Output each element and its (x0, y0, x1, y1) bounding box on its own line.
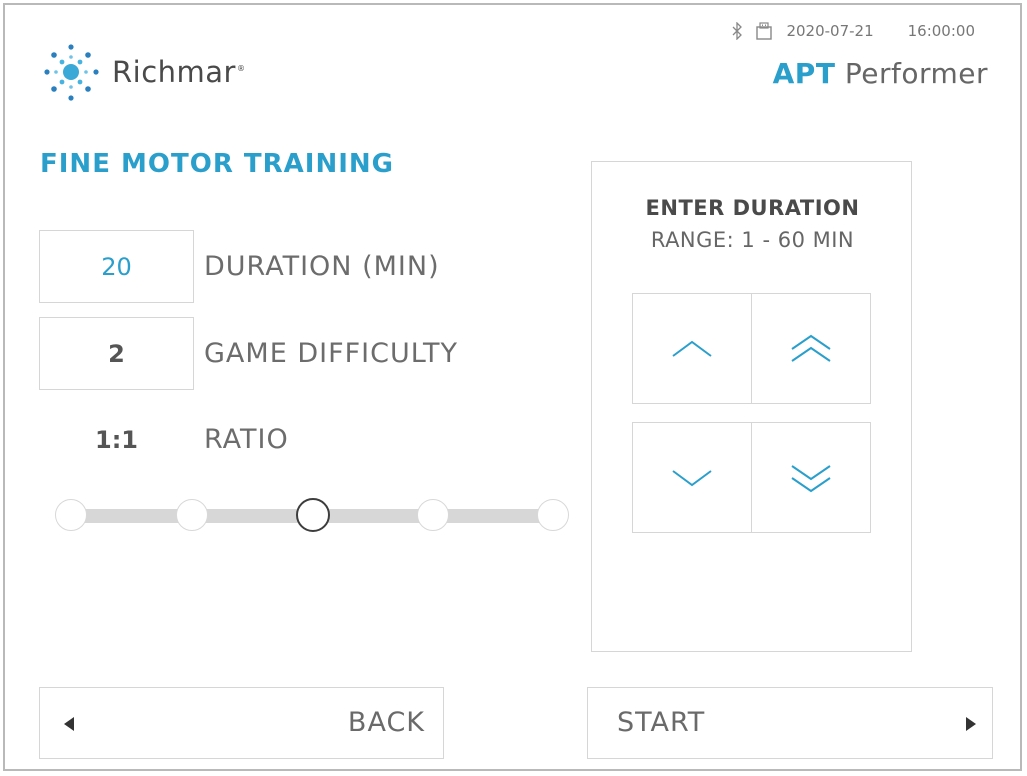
duration-label: DURATION (MIN) (204, 251, 440, 282)
difficulty-value-box[interactable]: 2 (39, 317, 194, 390)
ratio-slider-stop[interactable] (417, 499, 449, 531)
arrow-right-icon (966, 717, 976, 731)
brand-text: Richmar (112, 55, 236, 89)
keypad-title: ENTER DURATION (645, 196, 860, 220)
chevron-up-icon (672, 340, 712, 357)
chevron-down-icon (672, 469, 712, 486)
date-display: 2020-07-21 (786, 22, 874, 40)
ratio-slider-stop[interactable] (55, 499, 87, 531)
product-name-bold: APT (772, 57, 836, 90)
back-button[interactable]: BACK (39, 687, 444, 759)
ratio-label: RATIO (204, 424, 289, 455)
difficulty-value: 2 (108, 339, 125, 368)
arrow-left-icon (64, 717, 74, 731)
ratio-value: 1:1 (95, 426, 138, 454)
app-screen: Richmar® 2020-07-21 16:00:00 APT Perform… (3, 3, 1022, 771)
registered-mark: ® (236, 64, 246, 74)
increment-fast-button[interactable] (751, 293, 871, 404)
double-chevron-down-icon (791, 464, 831, 492)
increment-button[interactable] (632, 293, 752, 404)
duration-value-box[interactable]: 20 (39, 230, 194, 303)
ratio-slider-stop[interactable] (176, 499, 208, 531)
back-label: BACK (347, 707, 425, 738)
page-title: FINE MOTOR TRAINING (40, 149, 394, 179)
duration-value: 20 (101, 252, 132, 281)
product-name: APT Performer (773, 57, 988, 90)
brand-name: Richmar® (112, 55, 245, 89)
difficulty-label: GAME DIFFICULTY (204, 338, 459, 369)
bluetooth-icon (732, 22, 743, 40)
usb-storage-icon (756, 22, 773, 40)
start-button[interactable]: START (587, 687, 993, 759)
keypad-range: RANGE: 1 - 60 MIN (650, 228, 855, 252)
status-bar: 2020-07-21 16:00:00 (732, 22, 975, 40)
ratio-slider-stop[interactable] (537, 499, 569, 531)
decrement-fast-button[interactable] (751, 422, 871, 533)
duration-keypad-panel: ENTER DURATION RANGE: 1 - 60 MIN (591, 161, 912, 652)
ratio-slider-thumb[interactable] (296, 498, 330, 532)
product-name-rest: Performer (844, 57, 988, 90)
decrement-button[interactable] (632, 422, 752, 533)
double-chevron-up-icon (791, 334, 831, 362)
start-label: START (617, 707, 706, 738)
time-display: 16:00:00 (907, 22, 975, 40)
richmar-logo-icon (44, 44, 99, 101)
